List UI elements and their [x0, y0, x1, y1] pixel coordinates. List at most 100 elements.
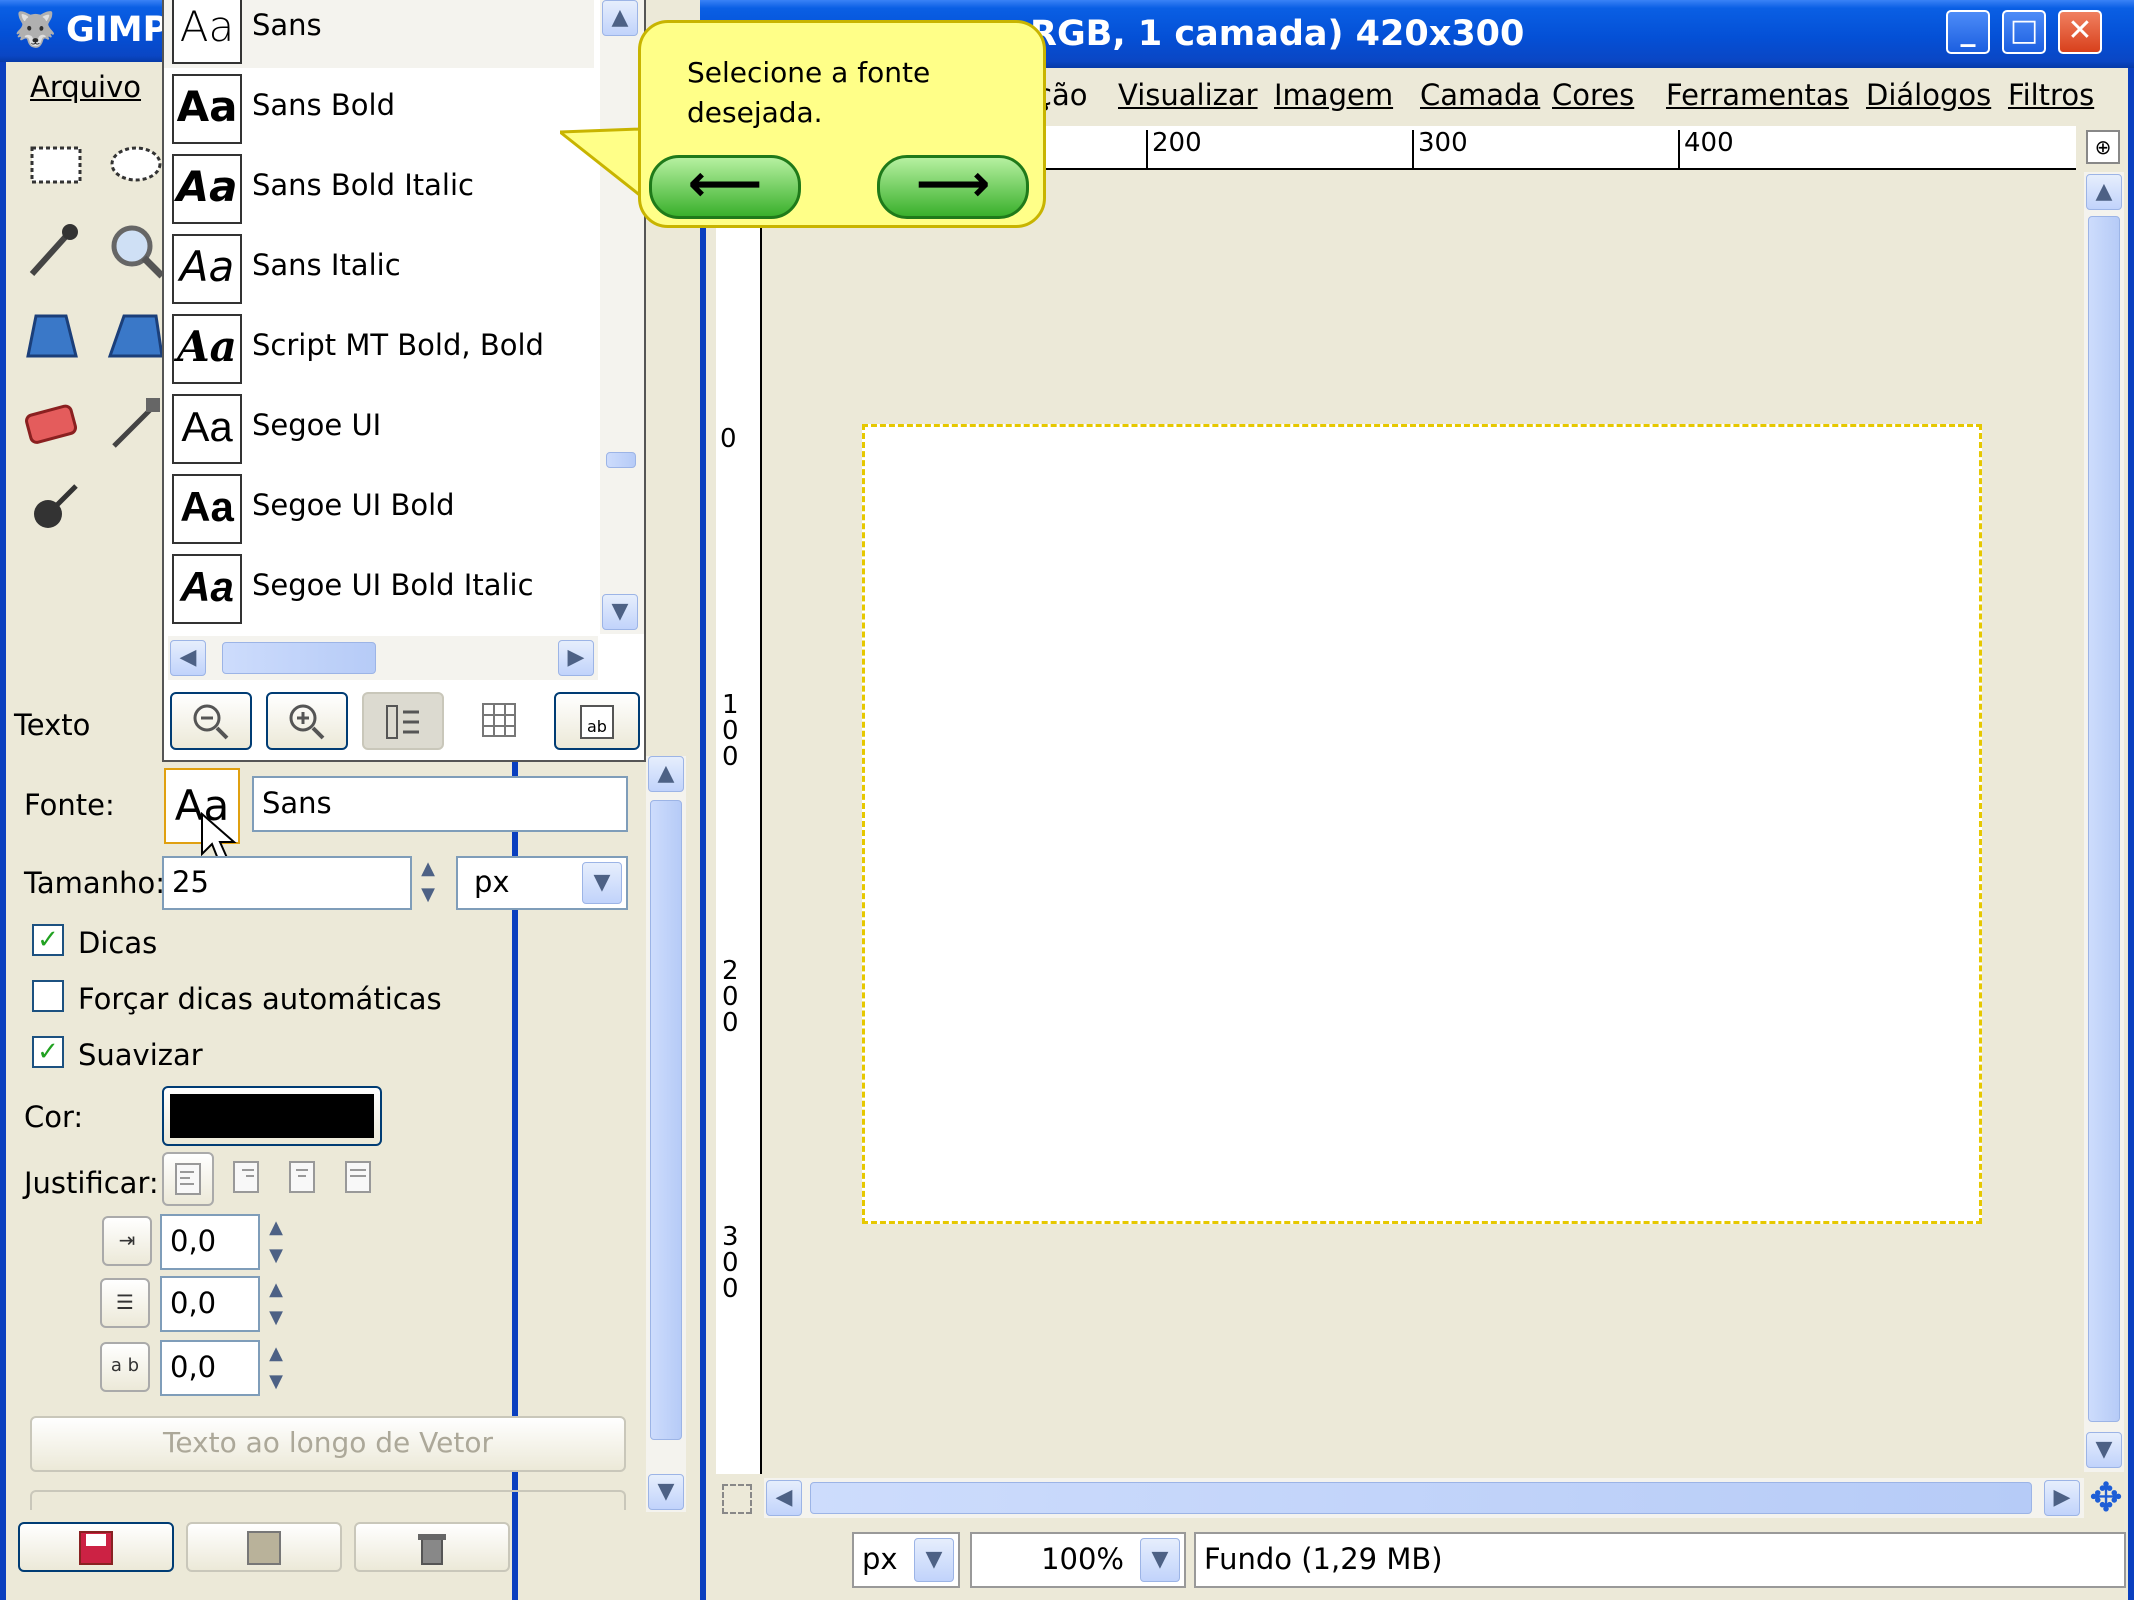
open-font-dialog-button[interactable]: ab	[554, 692, 640, 750]
scroll-down-icon[interactable]: ▼	[648, 1474, 684, 1510]
image-canvas[interactable]	[862, 424, 1982, 1224]
airbrush-tool-icon[interactable]	[106, 392, 168, 454]
font-item[interactable]: Aa Sans Bold Italic	[164, 148, 594, 228]
save-options-button[interactable]	[18, 1522, 174, 1572]
justify-right-icon[interactable]	[222, 1152, 270, 1206]
font-name: Segoe UI Bold Italic	[252, 568, 534, 602]
scroll-thumb[interactable]	[650, 800, 682, 1440]
menu-filtros[interactable]: Filtros	[2008, 78, 2094, 112]
menu-cores[interactable]: Cores	[1552, 78, 1634, 112]
maximize-button[interactable]: □	[2002, 10, 2046, 54]
line-spacing-field[interactable]: 0,0	[160, 1276, 260, 1332]
font-list[interactable]: Aa Sans Aa Sans Bold Aa Sans Bold Italic…	[164, 0, 600, 638]
font-item[interactable]: Aa Sans Italic	[164, 228, 594, 308]
horizontal-scrollbar[interactable]: ◀ ▶	[764, 1478, 2084, 1518]
quick-mask-icon[interactable]	[722, 1484, 752, 1514]
restore-options-button[interactable]	[186, 1522, 342, 1572]
v-ruler-label: 3 0 0	[722, 1222, 739, 1304]
antialias-checkbox[interactable]: ✓	[32, 1036, 64, 1068]
justify-center-icon[interactable]	[278, 1152, 326, 1206]
menu-ferramentas[interactable]: Ferramentas	[1666, 78, 1849, 112]
font-item[interactable]: Aa Segoe UI	[164, 388, 594, 468]
menu-dialogos[interactable]: Diálogos	[1866, 78, 1991, 112]
shear-tool-icon[interactable]	[106, 306, 168, 368]
list-view-button[interactable]	[362, 692, 444, 750]
status-unit-select[interactable]: px ▼	[852, 1532, 960, 1588]
justify-fill-icon[interactable]	[334, 1152, 382, 1206]
font-item[interactable]: Aa Segoe UI Bold Italic	[164, 548, 594, 628]
force-autohint-checkbox[interactable]	[32, 980, 64, 1012]
scroll-thumb[interactable]	[222, 642, 376, 674]
scroll-left-icon[interactable]: ◀	[766, 1480, 802, 1516]
ellipse-select-tool-icon[interactable]	[106, 134, 168, 196]
font-preview-icon: Aa	[172, 0, 242, 64]
font-item[interactable]: Aa Sans	[164, 0, 594, 68]
size-label: Tamanho:	[24, 866, 165, 900]
h-ruler-label: 200	[1152, 128, 1202, 158]
indent-spinner[interactable]: ▲ ▼	[262, 1214, 290, 1270]
font-preview-icon: Aa	[172, 234, 242, 304]
justify-left-button[interactable]	[162, 1152, 214, 1206]
scroll-down-icon[interactable]: ▼	[602, 594, 638, 630]
tooltip-back-button[interactable]: ⟵	[649, 155, 801, 219]
scroll-right-icon[interactable]: ▶	[2044, 1480, 2080, 1516]
unit-select[interactable]: px ▼	[456, 856, 628, 910]
menu-imagem[interactable]: Imagem	[1274, 78, 1393, 112]
hinting-checkbox[interactable]: ✓	[32, 924, 64, 956]
eraser-tool-icon[interactable]	[22, 392, 84, 454]
zoom-value: 100%	[1041, 1542, 1124, 1576]
menu-camada[interactable]: Camada	[1420, 78, 1540, 112]
minimize-button[interactable]: _	[1946, 10, 1990, 54]
scroll-left-icon[interactable]: ◀	[170, 640, 206, 676]
close-button[interactable]: ✕	[2058, 10, 2102, 54]
font-name: Sans Bold	[252, 88, 395, 122]
antialias-label: Suavizar	[78, 1038, 203, 1072]
navigate-icon[interactable]: ✥	[2086, 1478, 2126, 1518]
scroll-up-icon[interactable]: ▲	[602, 0, 638, 36]
scroll-thumb[interactable]	[606, 452, 636, 468]
rect-select-tool-icon[interactable]	[26, 134, 88, 196]
zoom-in-button[interactable]	[266, 692, 348, 750]
color-picker-tool-icon[interactable]	[22, 220, 84, 282]
scroll-up-icon[interactable]: ▲	[648, 756, 684, 792]
scroll-down-icon[interactable]: ▼	[2086, 1432, 2122, 1468]
zoom-fit-icon[interactable]: ⊕	[2086, 130, 2120, 164]
size-field[interactable]: 25	[162, 856, 412, 910]
font-item[interactable]: Aa Sans Bold	[164, 68, 594, 148]
font-item[interactable]: Aa Segoe UI Bold	[164, 468, 594, 548]
font-item[interactable]: Aa Script MT Bold, Bold	[164, 308, 594, 388]
path-from-text-button-clipped[interactable]	[30, 1490, 626, 1510]
menu-visualizar[interactable]: Visualizar	[1118, 78, 1258, 112]
color-swatch	[170, 1094, 374, 1138]
scroll-thumb[interactable]	[810, 1482, 2032, 1514]
magnify-tool-icon[interactable]	[106, 220, 168, 282]
delete-options-button[interactable]	[354, 1522, 510, 1572]
text-along-path-button[interactable]: Texto ao longo de Vetor	[30, 1416, 626, 1472]
letter-spacing-spinner[interactable]: ▲ ▼	[262, 1340, 290, 1396]
font-name-field[interactable]: Sans	[252, 776, 628, 832]
scroll-up-icon[interactable]: ▲	[2086, 174, 2122, 210]
font-list-hscrollbar[interactable]: ◀ ▶	[168, 636, 598, 680]
options-scrollbar[interactable]: ▲ ▼	[646, 756, 686, 1512]
scroll-right-icon[interactable]: ▶	[558, 640, 594, 676]
letter-spacing-field[interactable]: 0,0	[160, 1340, 260, 1396]
scroll-thumb[interactable]	[2088, 216, 2120, 1422]
size-spinner[interactable]: ▲ ▼	[414, 856, 442, 910]
grid-view-button[interactable]	[458, 692, 540, 750]
line-spacing-spinner[interactable]: ▲ ▼	[262, 1276, 290, 1332]
hinting-label: Dicas	[78, 926, 158, 960]
options-panel-title: Texto	[14, 708, 91, 742]
zoom-select[interactable]: 100% ▼	[970, 1532, 1186, 1588]
color-button[interactable]	[162, 1086, 382, 1146]
zoom-out-button[interactable]	[170, 692, 252, 750]
vertical-scrollbar[interactable]: ▲ ▼	[2084, 172, 2124, 1472]
tooltip-next-button[interactable]: ⟶	[877, 155, 1029, 219]
ruler-tick	[1678, 130, 1680, 168]
vertical-ruler[interactable]: 0 1 0 0 2 0 0 3 0 0	[716, 170, 762, 1474]
indent-field[interactable]: 0,0	[160, 1214, 260, 1270]
h-ruler-label: 300	[1418, 128, 1468, 158]
smudge-tool-icon[interactable]	[22, 478, 84, 540]
perspective-tool-icon[interactable]	[22, 306, 84, 368]
chevron-down-icon: ▼	[1140, 1538, 1180, 1582]
menu-arquivo[interactable]: Arquivo	[30, 70, 141, 104]
